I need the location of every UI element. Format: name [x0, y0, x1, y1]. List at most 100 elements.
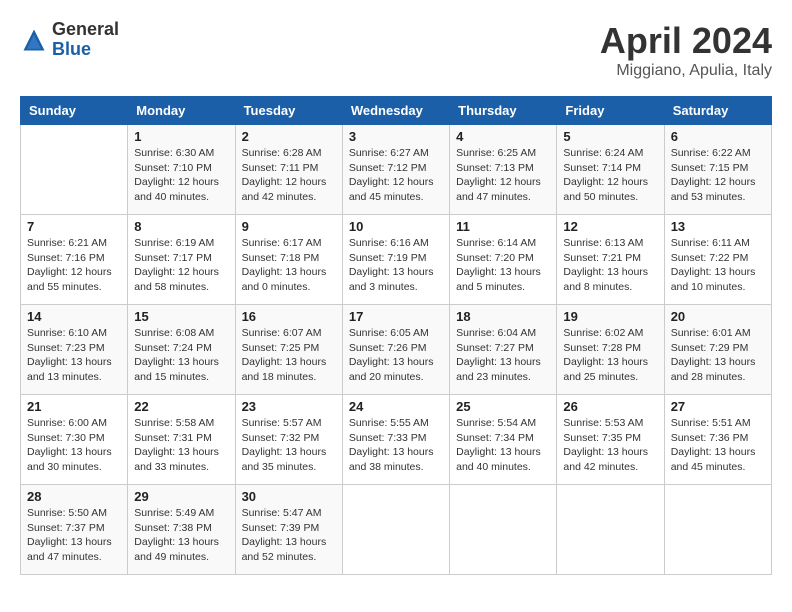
- week-row-5: 28 Sunrise: 5:50 AMSunset: 7:37 PMDayligh…: [21, 485, 772, 575]
- calendar-table: SundayMondayTuesdayWednesdayThursdayFrid…: [20, 96, 772, 575]
- day-cell: 5Sunrise: 6:24 AMSunset: 7:14 PMDaylight…: [557, 125, 664, 215]
- day-number: 26: [563, 399, 657, 414]
- week-row-2: 7 Sunrise: 6:21 AMSunset: 7:16 PMDaylight…: [21, 215, 772, 305]
- day-info: Sunrise: 6:22 AMSunset: 7:15 PMDaylight:…: [671, 146, 765, 205]
- week-row-1: 1 Sunrise: 6:30 AMSunset: 7:10 PMDaylight…: [21, 125, 772, 215]
- location: Miggiano, Apulia, Italy: [600, 62, 772, 80]
- day-info: Sunrise: 5:57 AMSunset: 7:32 PMDaylight:…: [242, 416, 336, 475]
- day-number: 10: [349, 219, 443, 234]
- day-number: 25: [456, 399, 550, 414]
- day-info: Sunrise: 6:05 AMSunset: 7:26 PMDaylight:…: [349, 326, 443, 385]
- day-cell: 6 Sunrise: 6:22 AMSunset: 7:15 PMDaylight…: [664, 125, 771, 215]
- day-cell: [557, 485, 664, 575]
- day-cell: 7 Sunrise: 6:21 AMSunset: 7:16 PMDaylight…: [21, 215, 128, 305]
- day-info: Sunrise: 6:28 AMSunset: 7:11 PMDaylight:…: [242, 146, 336, 205]
- day-info: Sunrise: 6:30 AMSunset: 7:10 PMDaylight:…: [134, 146, 228, 205]
- day-number: 14: [27, 309, 121, 324]
- day-number: 9: [242, 219, 336, 234]
- day-info: Sunrise: 6:24 AMSunset: 7:14 PMDaylight:…: [563, 146, 657, 205]
- month-title: April 2024: [600, 20, 772, 62]
- day-cell: 17 Sunrise: 6:05 AMSunset: 7:26 PMDayligh…: [342, 305, 449, 395]
- day-cell: 14Sunrise: 6:10 AMSunset: 7:23 PMDayligh…: [21, 305, 128, 395]
- logo-icon: [20, 26, 48, 54]
- day-cell: 16Sunrise: 6:07 AMSunset: 7:25 PMDayligh…: [235, 305, 342, 395]
- day-number: 11: [456, 219, 550, 234]
- logo-blue-text: Blue: [52, 39, 91, 59]
- day-cell: 15 Sunrise: 6:08 AMSunset: 7:24 PMDayligh…: [128, 305, 235, 395]
- day-info: Sunrise: 6:11 AMSunset: 7:22 PMDaylight:…: [671, 236, 765, 295]
- title-block: April 2024 Miggiano, Apulia, Italy: [600, 20, 772, 80]
- day-number: 23: [242, 399, 336, 414]
- day-cell: [664, 485, 771, 575]
- calendar-header-row: SundayMondayTuesdayWednesdayThursdayFrid…: [21, 97, 772, 125]
- day-number: 30: [242, 489, 336, 504]
- col-header-thursday: Thursday: [450, 97, 557, 125]
- day-info: Sunrise: 5:58 AMSunset: 7:31 PMDaylight:…: [134, 416, 228, 475]
- day-cell: 4 Sunrise: 6:25 AMSunset: 7:13 PMDaylight…: [450, 125, 557, 215]
- day-cell: 19 Sunrise: 6:02 AMSunset: 7:28 PMDayligh…: [557, 305, 664, 395]
- day-info: Sunrise: 6:16 AMSunset: 7:19 PMDaylight:…: [349, 236, 443, 295]
- col-header-friday: Friday: [557, 97, 664, 125]
- day-cell: 1 Sunrise: 6:30 AMSunset: 7:10 PMDaylight…: [128, 125, 235, 215]
- col-header-monday: Monday: [128, 97, 235, 125]
- day-cell: 11 Sunrise: 6:14 AMSunset: 7:20 PMDayligh…: [450, 215, 557, 305]
- day-info: Sunrise: 6:13 AMSunset: 7:21 PMDaylight:…: [563, 236, 657, 295]
- day-number: 4: [456, 129, 550, 144]
- logo-general-text: General: [52, 19, 119, 39]
- day-cell: 21 Sunrise: 6:00 AMSunset: 7:30 PMDayligh…: [21, 395, 128, 485]
- day-number: 7: [27, 219, 121, 234]
- day-cell: [21, 125, 128, 215]
- day-info: Sunrise: 6:02 AMSunset: 7:28 PMDaylight:…: [563, 326, 657, 385]
- day-number: 12: [563, 219, 657, 234]
- day-cell: 22Sunrise: 5:58 AMSunset: 7:31 PMDayligh…: [128, 395, 235, 485]
- day-info: Sunrise: 5:53 AMSunset: 7:35 PMDaylight:…: [563, 416, 657, 475]
- day-number: 20: [671, 309, 765, 324]
- day-cell: 2 Sunrise: 6:28 AMSunset: 7:11 PMDaylight…: [235, 125, 342, 215]
- day-cell: [450, 485, 557, 575]
- col-header-sunday: Sunday: [21, 97, 128, 125]
- col-header-wednesday: Wednesday: [342, 97, 449, 125]
- day-info: Sunrise: 5:49 AMSunset: 7:38 PMDaylight:…: [134, 506, 228, 565]
- day-info: Sunrise: 6:21 AMSunset: 7:16 PMDaylight:…: [27, 236, 121, 295]
- day-number: 1: [134, 129, 228, 144]
- day-number: 28: [27, 489, 121, 504]
- col-header-tuesday: Tuesday: [235, 97, 342, 125]
- day-info: Sunrise: 6:25 AMSunset: 7:13 PMDaylight:…: [456, 146, 550, 205]
- day-info: Sunrise: 6:00 AMSunset: 7:30 PMDaylight:…: [27, 416, 121, 475]
- day-info: Sunrise: 6:08 AMSunset: 7:24 PMDaylight:…: [134, 326, 228, 385]
- day-info: Sunrise: 6:04 AMSunset: 7:27 PMDaylight:…: [456, 326, 550, 385]
- day-info: Sunrise: 5:47 AMSunset: 7:39 PMDaylight:…: [242, 506, 336, 565]
- day-cell: 23 Sunrise: 5:57 AMSunset: 7:32 PMDayligh…: [235, 395, 342, 485]
- day-cell: 18 Sunrise: 6:04 AMSunset: 7:27 PMDayligh…: [450, 305, 557, 395]
- week-row-4: 21 Sunrise: 6:00 AMSunset: 7:30 PMDayligh…: [21, 395, 772, 485]
- day-cell: 8Sunrise: 6:19 AMSunset: 7:17 PMDaylight…: [128, 215, 235, 305]
- day-cell: 24 Sunrise: 5:55 AMSunset: 7:33 PMDayligh…: [342, 395, 449, 485]
- day-number: 24: [349, 399, 443, 414]
- day-cell: 3 Sunrise: 6:27 AMSunset: 7:12 PMDaylight…: [342, 125, 449, 215]
- day-number: 2: [242, 129, 336, 144]
- day-number: 15: [134, 309, 228, 324]
- day-info: Sunrise: 6:07 AMSunset: 7:25 PMDaylight:…: [242, 326, 336, 385]
- day-number: 6: [671, 129, 765, 144]
- day-number: 18: [456, 309, 550, 324]
- day-cell: 13Sunrise: 6:11 AMSunset: 7:22 PMDayligh…: [664, 215, 771, 305]
- day-cell: 29Sunrise: 5:49 AMSunset: 7:38 PMDayligh…: [128, 485, 235, 575]
- day-info: Sunrise: 6:14 AMSunset: 7:20 PMDaylight:…: [456, 236, 550, 295]
- day-info: Sunrise: 6:27 AMSunset: 7:12 PMDaylight:…: [349, 146, 443, 205]
- day-info: Sunrise: 5:51 AMSunset: 7:36 PMDaylight:…: [671, 416, 765, 475]
- day-number: 19: [563, 309, 657, 324]
- day-number: 17: [349, 309, 443, 324]
- day-cell: 25 Sunrise: 5:54 AMSunset: 7:34 PMDayligh…: [450, 395, 557, 485]
- day-info: Sunrise: 5:55 AMSunset: 7:33 PMDaylight:…: [349, 416, 443, 475]
- day-cell: 9Sunrise: 6:17 AMSunset: 7:18 PMDaylight…: [235, 215, 342, 305]
- day-cell: 26 Sunrise: 5:53 AMSunset: 7:35 PMDayligh…: [557, 395, 664, 485]
- day-info: Sunrise: 6:19 AMSunset: 7:17 PMDaylight:…: [134, 236, 228, 295]
- day-cell: 20 Sunrise: 6:01 AMSunset: 7:29 PMDayligh…: [664, 305, 771, 395]
- day-info: Sunrise: 5:50 AMSunset: 7:37 PMDaylight:…: [27, 506, 121, 565]
- day-info: Sunrise: 5:54 AMSunset: 7:34 PMDaylight:…: [456, 416, 550, 475]
- day-number: 21: [27, 399, 121, 414]
- day-info: Sunrise: 6:01 AMSunset: 7:29 PMDaylight:…: [671, 326, 765, 385]
- day-number: 3: [349, 129, 443, 144]
- day-cell: 28 Sunrise: 5:50 AMSunset: 7:37 PMDayligh…: [21, 485, 128, 575]
- logo: General Blue: [20, 20, 119, 60]
